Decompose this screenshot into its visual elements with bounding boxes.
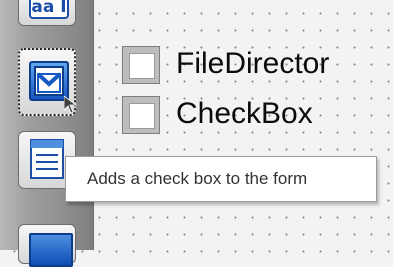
filedirector-label: FileDirector xyxy=(176,47,330,80)
image-tool-button[interactable] xyxy=(18,224,76,267)
checkbox-control[interactable] xyxy=(122,96,160,134)
label-tool-button[interactable]: aa I xyxy=(18,0,76,26)
checkbox-label: CheckBox xyxy=(176,97,313,130)
filedirector-checkbox[interactable] xyxy=(122,46,160,84)
checkbox-tool-icon xyxy=(29,61,69,101)
mouse-cursor-icon xyxy=(64,96,78,114)
list-icon xyxy=(30,139,64,179)
image-icon xyxy=(29,233,73,267)
tooltip: Adds a check box to the form xyxy=(65,156,377,202)
toolbox-panel: aa I xyxy=(0,0,94,267)
checkbox-tool-button[interactable] xyxy=(18,48,78,116)
label-aa-icon: aa I xyxy=(29,0,69,19)
